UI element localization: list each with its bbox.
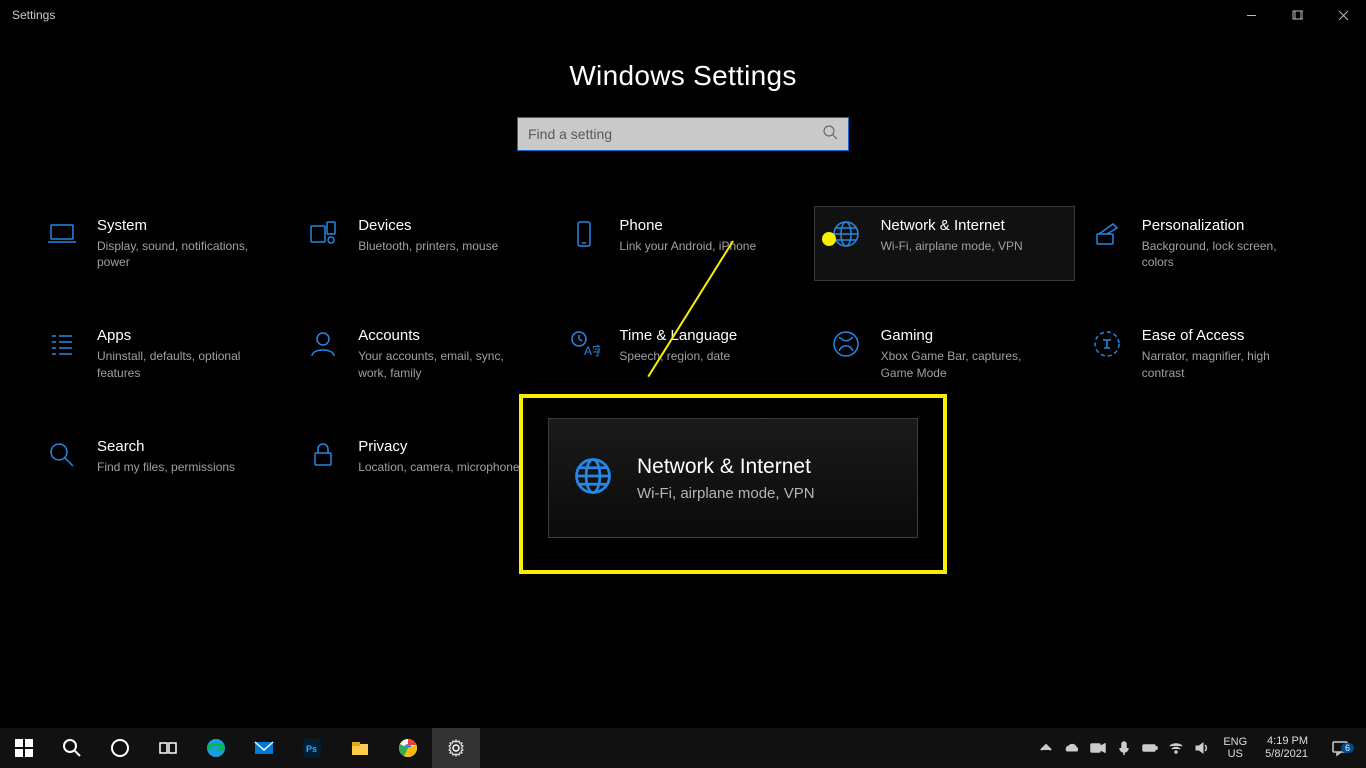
lock-icon [306,438,340,472]
tile-subtitle: Find my files, permissions [97,459,235,475]
tile-title: Search [97,438,235,455]
tile-title: Accounts [358,327,523,344]
taskbar-app-photoshop[interactable]: Ps [288,728,336,768]
clock[interactable]: 4:19 PM 5/8/2021 [1257,735,1316,761]
tile-subtitle: Link your Android, iPhone [619,238,756,254]
search-input[interactable] [528,126,822,142]
taskbar-search-button[interactable] [48,728,96,768]
devices-icon [306,217,340,251]
annotation-callout-tile: Network & Internet Wi-Fi, airplane mode,… [548,418,918,538]
tile-ease-of-access[interactable]: Ease of Access Narrator, magnifier, high… [1075,316,1336,391]
tile-subtitle: Wi-Fi, airplane mode, VPN [881,238,1023,254]
tile-title: Gaming [881,327,1046,344]
tray-volume-icon[interactable] [1191,740,1213,756]
tray-chevron-up-icon[interactable] [1035,740,1057,756]
tile-title: Devices [358,217,498,234]
tray-wifi-icon[interactable] [1165,740,1187,756]
tile-personalization[interactable]: Personalization Background, lock screen,… [1075,206,1336,281]
minimize-button[interactable] [1228,0,1274,30]
tile-network[interactable]: Network & Internet Wi-Fi, airplane mode,… [814,206,1075,281]
tile-apps[interactable]: Apps Uninstall, defaults, optional featu… [30,316,291,391]
tile-title: System [97,217,262,234]
tile-privacy[interactable]: Privacy Location, camera, microphone [291,427,552,486]
tray-battery-icon[interactable] [1139,740,1161,756]
tile-subtitle: Display, sound, notifications, power [97,238,262,270]
tile-title: Time & Language [619,327,737,344]
callout-subtitle: Wi-Fi, airplane mode, VPN [637,485,815,502]
tile-title: Ease of Access [1142,327,1307,344]
titlebar: Settings [0,0,1366,30]
tile-phone[interactable]: Phone Link your Android, iPhone [552,206,813,281]
clock-date: 5/8/2021 [1265,748,1308,761]
callout-title: Network & Internet [637,455,815,479]
globe-icon [571,454,615,503]
taskbar-app-chrome[interactable] [384,728,432,768]
xbox-icon [829,327,863,361]
settings-window: Settings Windows Settings [0,0,1366,768]
taskbar-app-edge[interactable] [192,728,240,768]
tray-onedrive-icon[interactable] [1061,740,1083,756]
svg-text:Ps: Ps [306,744,317,754]
tile-gaming[interactable]: Gaming Xbox Game Bar, captures, Game Mod… [814,316,1075,391]
tile-subtitle: Speech, region, date [619,348,737,364]
tile-system[interactable]: System Display, sound, notifications, po… [30,206,291,281]
taskbar: Ps ENG US 4:19 PM [0,728,1366,768]
task-view-button[interactable] [144,728,192,768]
close-button[interactable] [1320,0,1366,30]
tile-search[interactable]: Search Find my files, permissions [30,427,291,486]
tile-subtitle: Narrator, magnifier, high contrast [1142,348,1307,380]
tile-title: Apps [97,327,262,344]
ease-icon [1090,327,1124,361]
lang-code: ENG [1223,736,1247,748]
list-icon [45,327,79,361]
page-title: Windows Settings [0,60,1366,92]
tile-devices[interactable]: Devices Bluetooth, printers, mouse [291,206,552,281]
time-language-icon: A字 [567,327,601,361]
laptop-icon [45,217,79,251]
tray-microphone-icon[interactable] [1113,740,1135,756]
paint-icon [1090,217,1124,251]
tile-title: Network & Internet [881,217,1023,234]
tile-subtitle: Bluetooth, printers, mouse [358,238,498,254]
window-controls [1228,0,1366,30]
taskbar-app-mail[interactable] [240,728,288,768]
tile-subtitle: Your accounts, email, sync, work, family [358,348,523,380]
globe-icon [829,217,863,251]
magnify-icon [45,438,79,472]
lang-region: US [1223,748,1247,760]
taskbar-app-settings[interactable] [432,728,480,768]
tile-time-language[interactable]: A字 Time & Language Speech, region, date [552,316,813,391]
cortana-button[interactable] [96,728,144,768]
start-button[interactable] [0,728,48,768]
action-center-button[interactable]: 6 [1320,739,1360,757]
search-icon [822,124,838,145]
tile-title: Phone [619,217,756,234]
tile-subtitle: Xbox Game Bar, captures, Game Mode [881,348,1046,380]
phone-icon [567,217,601,251]
tile-accounts[interactable]: Accounts Your accounts, email, sync, wor… [291,316,552,391]
tile-title: Privacy [358,438,519,455]
search-box[interactable] [517,117,849,151]
tile-subtitle: Uninstall, defaults, optional features [97,348,262,380]
language-indicator[interactable]: ENG US [1217,736,1253,760]
tile-subtitle: Location, camera, microphone [358,459,519,475]
taskbar-app-explorer[interactable] [336,728,384,768]
person-icon [306,327,340,361]
tray-meet-now-icon[interactable] [1087,740,1109,756]
clock-time: 4:19 PM [1265,735,1308,748]
svg-text:A字: A字 [584,343,600,358]
notification-badge: 6 [1341,743,1354,753]
maximize-button[interactable] [1274,0,1320,30]
app-name: Settings [12,8,55,22]
tile-title: Personalization [1142,217,1307,234]
tile-subtitle: Background, lock screen, colors [1142,238,1307,270]
